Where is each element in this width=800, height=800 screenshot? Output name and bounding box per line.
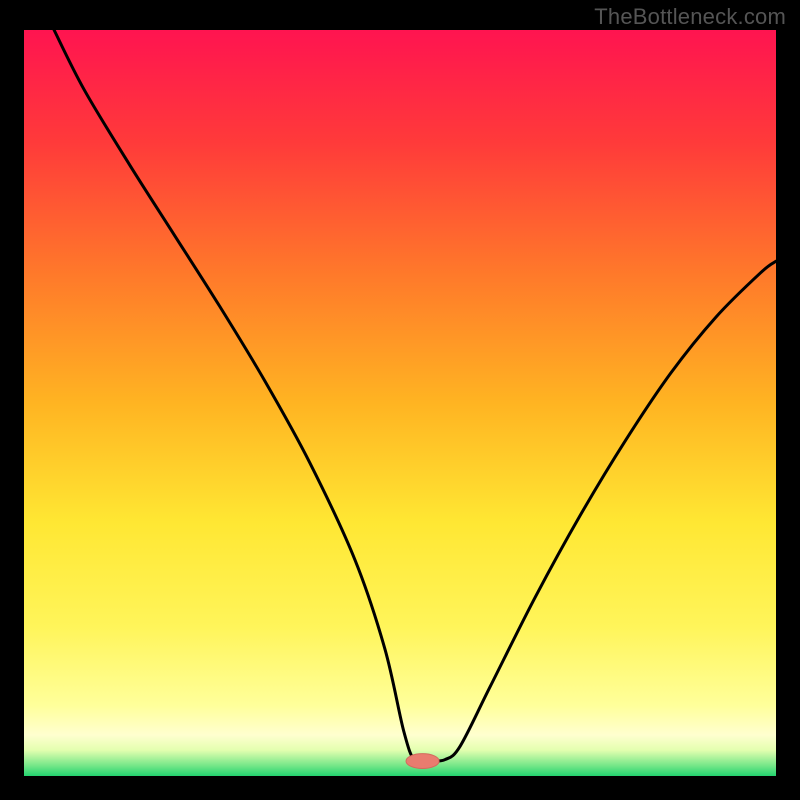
watermark-text: TheBottleneck.com (594, 4, 786, 30)
gradient-background (24, 30, 776, 776)
chart-container: TheBottleneck.com (0, 0, 800, 800)
chart-svg (24, 30, 776, 776)
plot-area (24, 30, 776, 776)
optimum-marker (406, 754, 439, 769)
